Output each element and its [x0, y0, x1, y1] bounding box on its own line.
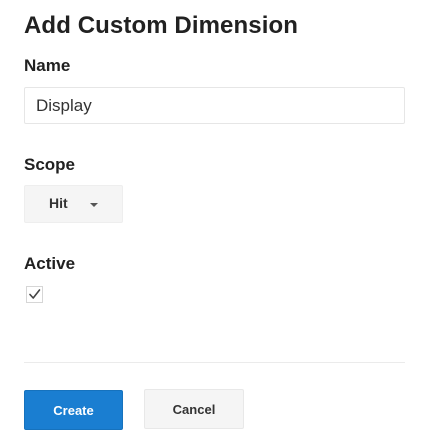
scope-label: Scope [24, 155, 76, 174]
dialog-title: Add Custom Dimension [24, 12, 299, 39]
scope-dropdown[interactable]: Hit [24, 185, 123, 223]
name-input[interactable] [24, 87, 405, 124]
create-button[interactable]: Create [24, 390, 123, 430]
name-label: Name [24, 56, 71, 75]
cancel-button[interactable]: Cancel [144, 389, 244, 429]
divider [24, 362, 405, 363]
add-custom-dimension-dialog: Add Custom Dimension Name Scope Hit Acti… [0, 0, 433, 448]
active-checkbox[interactable] [26, 286, 43, 303]
chevron-down-icon [90, 203, 98, 207]
checkmark-icon [29, 289, 41, 299]
active-label: Active [24, 254, 76, 273]
scope-selected-value: Hit [49, 195, 68, 211]
